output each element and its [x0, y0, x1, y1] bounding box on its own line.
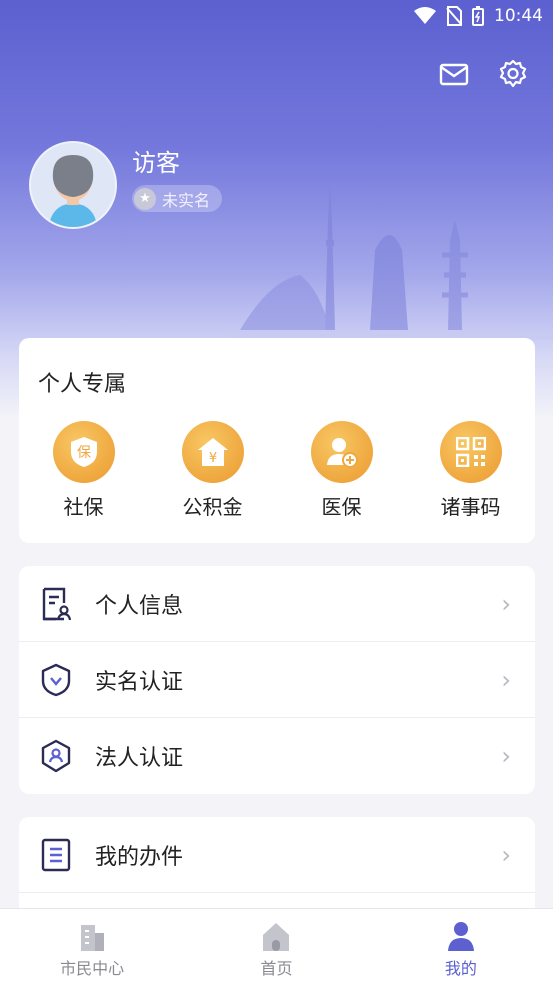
menu-item-label: 实名认证	[95, 670, 184, 695]
tab-citizen-center[interactable]: 市民中心	[0, 909, 184, 984]
svg-text:保: 保	[77, 445, 91, 461]
menu-item-label: 法人认证	[95, 746, 184, 771]
battery-icon	[472, 6, 484, 26]
chevron-right-icon: ›	[501, 590, 511, 618]
chevron-right-icon: ›	[501, 742, 511, 770]
quick-social-security[interactable]: 保 社保	[19, 421, 148, 520]
quick-icon-bg	[310, 421, 373, 483]
divider	[19, 892, 535, 893]
quick-qr-code[interactable]: 诸事码	[406, 421, 535, 520]
quick-label: 社保	[63, 495, 104, 519]
svg-text:¥: ¥	[208, 451, 216, 466]
wifi-icon	[414, 7, 436, 24]
menu-item-my-applications[interactable]: 我的办件 ›	[19, 817, 535, 893]
shield-bao-icon: 保	[70, 437, 97, 467]
quick-housing-fund[interactable]: ¥ 公积金	[148, 421, 277, 520]
badge-label: 未实名	[162, 190, 211, 210]
qr-code-icon	[455, 437, 486, 467]
shield-user-icon	[41, 739, 71, 773]
user-medical-icon	[326, 438, 358, 468]
user-icon	[447, 922, 474, 951]
menu-item-personal-info[interactable]: 个人信息 ›	[19, 566, 535, 642]
tab-label: 首页	[260, 959, 293, 978]
city-skyline-illustration	[230, 185, 553, 340]
quick-medical-insurance[interactable]: 医保	[277, 421, 406, 520]
home-icon	[263, 923, 290, 951]
menu-item-label: 我的办件	[95, 845, 184, 870]
account-menu-card: 个人信息 › 实名认证 › 法人认证 ›	[19, 566, 535, 794]
document-user-icon	[42, 587, 72, 621]
tab-home[interactable]: 首页	[184, 909, 368, 984]
star-icon: ★	[134, 187, 156, 210]
status-time: 10:44	[494, 6, 543, 26]
chevron-right-icon: ›	[501, 666, 511, 694]
menu-item-legal-person-verification[interactable]: 法人认证 ›	[19, 718, 535, 794]
avatar[interactable]	[29, 141, 117, 229]
personal-exclusive-card: 个人专属 保 社保 ¥ 公积金 医保 诸事码	[19, 338, 535, 543]
quick-icon-bg: 保	[52, 421, 115, 483]
menu-item-label: 个人信息	[95, 594, 184, 619]
chevron-right-icon: ›	[501, 841, 511, 869]
quick-label: 公积金	[182, 495, 243, 519]
building-icon	[81, 925, 105, 951]
quick-actions: 保 社保 ¥ 公积金 医保 诸事码	[19, 421, 535, 520]
settings-gear-icon[interactable]	[497, 58, 529, 90]
list-document-icon	[41, 838, 71, 872]
mail-icon[interactable]	[438, 58, 470, 90]
house-yen-icon: ¥	[197, 438, 228, 466]
verification-badge[interactable]: ★ 未实名	[132, 185, 223, 212]
tab-label: 我的	[444, 959, 477, 978]
tab-label: 市民中心	[60, 959, 125, 978]
bottom-tab-bar: 市民中心 首页 我的	[0, 908, 553, 984]
user-name: 访客	[132, 149, 180, 177]
card-title: 个人专属	[38, 372, 127, 397]
menu-item-real-name-verification[interactable]: 实名认证 ›	[19, 642, 535, 718]
shield-check-icon	[41, 663, 71, 697]
status-bar: 10:44	[0, 0, 553, 32]
tab-mine[interactable]: 我的	[369, 909, 553, 984]
default-avatar-icon	[31, 143, 115, 227]
quick-label: 诸事码	[440, 495, 501, 519]
quick-label: 医保	[321, 495, 362, 519]
quick-icon-bg: ¥	[181, 421, 244, 483]
no-sim-icon	[446, 6, 462, 26]
quick-icon-bg	[439, 421, 502, 483]
service-menu-card: 我的办件 ›	[19, 817, 535, 917]
